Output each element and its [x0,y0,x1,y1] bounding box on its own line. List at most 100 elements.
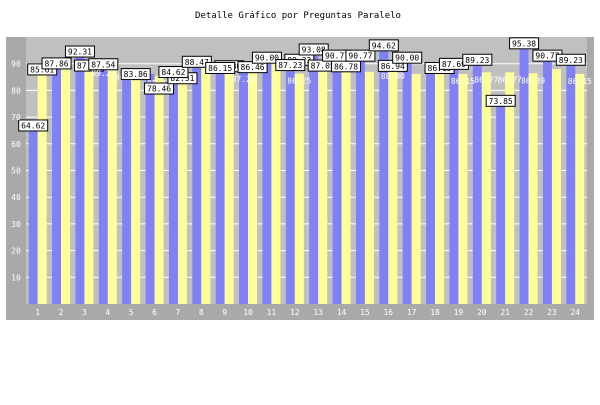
bar-series-a [145,73,155,305]
x-tick-label: 3 [82,308,87,317]
y-tick-label: 20 [11,247,21,256]
data-label-series-a: 64.62 [21,121,45,130]
x-tick-label: 19 [454,308,464,317]
x-tick-label: 18 [430,308,440,317]
y-tick-label: 30 [11,220,21,229]
x-tick-label: 12 [290,308,300,317]
bar-chart: Detalle Gráfico por Preguntas Paralelo 8… [6,11,594,320]
bar-series-b [61,69,71,304]
chart-title: Detalle Gráfico por Preguntas Paralelo [195,11,401,21]
bar-series-a [98,65,108,305]
x-tick-label: 24 [570,308,580,317]
bar-series-a [122,70,132,305]
bar-series-b [271,63,281,305]
y-tick-label: 70 [11,113,21,122]
y-tick-label: 40 [11,193,21,202]
bar-series-a [262,63,272,305]
bar-series-a [75,57,85,304]
y-tick-label: 50 [11,167,21,176]
data-label-series-a: 87.54 [91,60,115,69]
bar-series-b [458,73,468,305]
bar-series-a [309,55,319,305]
data-label-series-a: 86.15 [208,64,232,73]
bar-series-a [449,69,459,304]
data-label-series-a: 94.62 [372,41,396,50]
bar-series-a [519,49,529,304]
bar-series-b [528,73,538,304]
data-label-series-a: 87.23 [232,75,256,84]
bar-series-b [154,75,164,304]
y-tick-label: 10 [11,273,21,282]
data-label-series-a: 89.23 [559,56,583,65]
bar-series-a [402,63,412,305]
data-label-series-b: 86.15 [568,77,592,86]
x-tick-label: 6 [152,308,157,317]
data-label-series-a: 90.77 [348,52,372,61]
chart-container: Detalle Gráfico por Preguntas Paralelo 8… [0,0,600,400]
x-tick-label: 5 [129,308,134,317]
data-label-series-b: 83.86 [124,70,148,79]
data-label-series-a: 90.00 [395,54,419,63]
bar-series-a [542,61,552,304]
bar-series-b [435,73,445,305]
y-tick-label: 80 [11,86,21,95]
x-tick-label: 22 [524,308,534,317]
x-tick-label: 4 [105,308,110,317]
x-tick-label: 17 [407,308,417,317]
x-tick-label: 13 [313,308,323,317]
bar-series-b [107,65,117,305]
bar-series-b [84,71,94,304]
bar-series-b [388,69,398,304]
x-tick-label: 16 [383,308,393,317]
bar-series-b [131,80,141,304]
x-tick-label: 2 [59,308,64,317]
bar-series-b [551,69,561,304]
y-tick-label: 90 [11,60,21,69]
data-label-series-b: 88.00 [381,72,405,81]
bar-series-a [168,78,178,304]
x-tick-label: 23 [547,308,557,317]
x-tick-label: 11 [267,308,277,317]
x-tick-label: 21 [500,308,510,317]
data-label-series-a: 73.85 [489,97,513,106]
bar-series-a [215,73,225,305]
bar-series-a [52,69,62,304]
data-label-series-b: 78.46 [147,85,171,94]
data-label-series-b: 86.15 [451,77,475,86]
data-label-series-b: 86.25 [287,77,311,86]
bar-series-a [355,61,365,304]
x-tick-label: 9 [222,308,227,317]
bar-series-a [496,106,506,305]
bar-series-b [364,71,374,304]
bar-series-b [201,67,211,305]
bar-series-b [318,71,328,304]
data-label-series-a: 87.23 [278,61,302,70]
data-label-series-b: 86.46 [241,63,265,72]
bar-series-b [411,73,421,305]
x-tick-label: 1 [35,308,40,317]
bar-series-a [379,51,389,305]
data-label-series-a: 95.38 [512,39,536,48]
bar-series-b [341,72,351,305]
bar-series-b [481,72,491,304]
bar-series-b [177,84,187,304]
x-tick-label: 20 [477,308,487,317]
y-tick-label: 60 [11,140,21,149]
data-label-series-a: 92.31 [68,48,92,57]
bar-series-b [37,75,47,305]
bar-series-a [426,73,436,305]
x-tick-label: 15 [360,308,370,317]
bar-series-a [472,65,482,305]
x-tick-label: 8 [199,308,204,317]
bar-series-a [332,61,342,304]
data-label-series-b: 86.77 [474,75,498,84]
bar-series-a [192,67,202,305]
x-tick-label: 14 [337,308,347,317]
data-label-series-b: 86.78 [334,62,358,71]
data-label-series-a: 87.86 [45,59,69,68]
x-tick-label: 7 [176,308,181,317]
bar-series-a [285,71,295,304]
bar-series-a [28,131,38,304]
data-label-series-a: 84.62 [161,68,185,77]
bar-series-b [575,73,585,305]
